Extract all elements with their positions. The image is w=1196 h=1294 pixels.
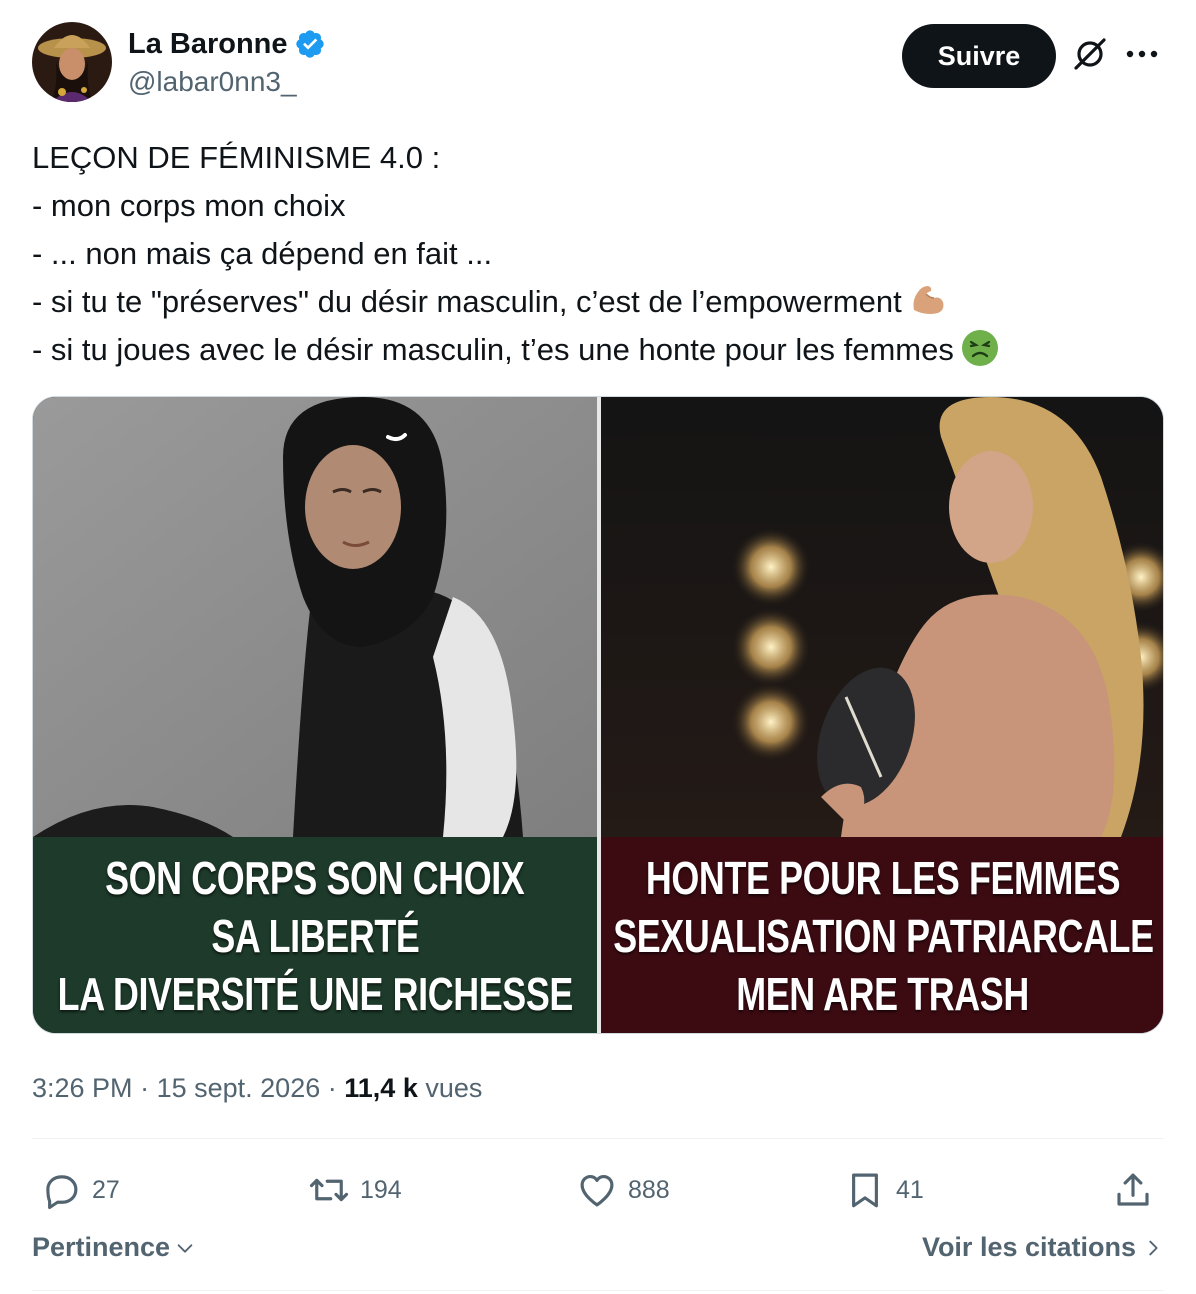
follow-button[interactable]: Suivre bbox=[902, 24, 1056, 88]
tweet-line: - ... non mais ça dépend en fait ... bbox=[32, 236, 493, 271]
caption-line: HONTE POUR LES FEMMES bbox=[645, 852, 1121, 904]
view-quotes-link[interactable]: Voir les citations bbox=[922, 1232, 1164, 1263]
tweet-line-text: - si tu joues avec le désir masculin, t’… bbox=[32, 332, 954, 367]
more-icon[interactable] bbox=[1122, 36, 1162, 72]
heart-icon bbox=[580, 1174, 614, 1207]
caption-line: LA DIVERSITÉ UNE RICHESSE bbox=[57, 968, 573, 1020]
tweet-line-text: - si tu te "préserves" du désir masculin… bbox=[32, 284, 902, 319]
repost-icon bbox=[309, 1178, 349, 1202]
tweet-meta: 3:26 PM · 15 sept. 2026 · 11,4 k vues bbox=[32, 1068, 482, 1108]
tweet-text: LEÇON DE FÉMINISME 4.0 : - mon corps mon… bbox=[32, 134, 1164, 374]
chevron-right-icon bbox=[1149, 1240, 1158, 1255]
bookmark-icon bbox=[852, 1173, 878, 1208]
share-button[interactable] bbox=[1112, 1162, 1154, 1218]
meta-separator: · bbox=[327, 1073, 337, 1103]
meta-separator: · bbox=[140, 1073, 150, 1103]
views-count: 11,4 k bbox=[344, 1073, 418, 1103]
repost-count: 194 bbox=[360, 1175, 402, 1204]
divider bbox=[32, 1290, 1164, 1291]
media-image-right[interactable]: HONTE POUR LES FEMMES SEXUALISATION PATR… bbox=[601, 397, 1163, 1033]
replies-controls: Pertinence Voir les citations bbox=[32, 1232, 1164, 1272]
action-bar: 27 194 888 41 bbox=[32, 1162, 1164, 1218]
tweet-line: - mon corps mon choix bbox=[32, 188, 346, 223]
sort-label: Pertinence bbox=[32, 1232, 171, 1262]
verified-badge-icon[interactable] bbox=[294, 28, 326, 60]
share-icon bbox=[1117, 1173, 1149, 1206]
repost-button[interactable]: 194 bbox=[308, 1162, 402, 1218]
avatar[interactable] bbox=[32, 22, 112, 102]
tweet-line-empowerment: - si tu te "préserves" du désir masculin… bbox=[32, 278, 1164, 326]
bookmark-count: 41 bbox=[896, 1175, 924, 1204]
author-handle[interactable]: @labar0nn3_ bbox=[128, 64, 326, 100]
left-caption: SON CORPS SON CHOIX SA LIBERTÉ LA DIVERS… bbox=[33, 837, 597, 1033]
author-name-row[interactable]: La Baronne bbox=[128, 26, 326, 62]
right-caption: HONTE POUR LES FEMMES SEXUALISATION PATR… bbox=[601, 837, 1163, 1033]
flexed-biceps-icon bbox=[908, 280, 948, 320]
divider bbox=[32, 1138, 1164, 1139]
reply-button[interactable]: 27 bbox=[40, 1162, 120, 1218]
nauseated-face-icon bbox=[960, 328, 1000, 368]
like-button[interactable]: 888 bbox=[576, 1162, 670, 1218]
caption-line: SA LIBERTÉ bbox=[210, 910, 420, 962]
tweet-line: LEÇON DE FÉMINISME 4.0 : bbox=[32, 140, 441, 175]
views-label: vues bbox=[425, 1073, 483, 1103]
bookmark-button[interactable]: 41 bbox=[844, 1162, 924, 1218]
reply-count: 27 bbox=[92, 1175, 120, 1204]
stadium-model-photo bbox=[601, 397, 1163, 837]
reply-icon bbox=[46, 1175, 78, 1210]
chevron-down-icon bbox=[177, 1243, 193, 1253]
sort-dropdown[interactable]: Pertinence bbox=[32, 1232, 196, 1263]
grok-icon[interactable] bbox=[1070, 34, 1110, 74]
tweet-line-shame: - si tu joues avec le désir masculin, t’… bbox=[32, 326, 1164, 374]
caption-line: MEN ARE TRASH bbox=[736, 968, 1030, 1020]
like-count: 888 bbox=[628, 1175, 670, 1204]
tweet-date[interactable]: 15 sept. 2026 bbox=[157, 1073, 321, 1103]
caption-line: SON CORPS SON CHOIX bbox=[105, 852, 525, 904]
author-display-name[interactable]: La Baronne bbox=[128, 26, 288, 62]
quotes-label: Voir les citations bbox=[921, 1232, 1136, 1262]
hijab-model-photo bbox=[33, 397, 597, 837]
tweet-time[interactable]: 3:26 PM bbox=[32, 1073, 133, 1103]
tweet-media[interactable]: SON CORPS SON CHOIX SA LIBERTÉ LA DIVERS… bbox=[32, 396, 1164, 1034]
caption-line: SEXUALISATION PATRIARCALE bbox=[612, 910, 1154, 962]
tweet-header: La Baronne @labar0nn3_ Suivre bbox=[32, 22, 1164, 106]
media-image-left[interactable]: SON CORPS SON CHOIX SA LIBERTÉ LA DIVERS… bbox=[33, 397, 597, 1033]
